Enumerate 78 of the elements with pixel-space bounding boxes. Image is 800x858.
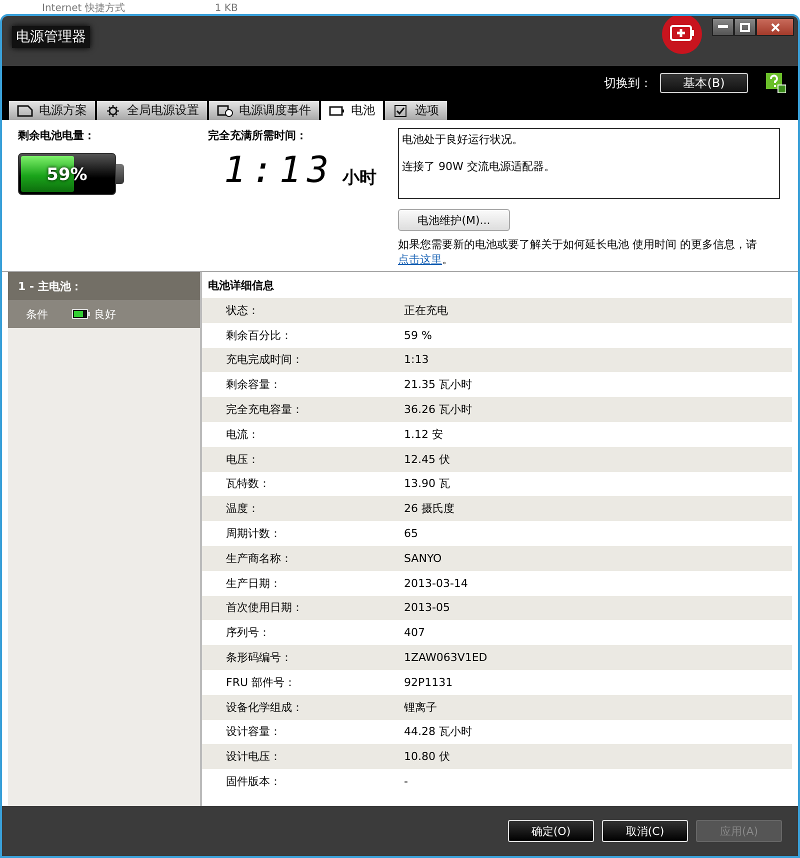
detail-value: 36.26 瓦小时 bbox=[403, 402, 472, 418]
detail-value: 13.90 瓦 bbox=[403, 476, 450, 492]
minimize-button[interactable] bbox=[712, 18, 734, 36]
battery-maintenance-button[interactable]: 电池维护(M)... bbox=[398, 209, 510, 231]
battery-list-header: 1 - 主电池： bbox=[8, 272, 200, 300]
tab[interactable]: 选项 bbox=[385, 101, 447, 120]
battery-icon bbox=[329, 104, 345, 116]
detail-value: 正在充电 bbox=[403, 302, 448, 318]
detail-value: 21.35 瓦小时 bbox=[403, 377, 472, 392]
maximize-button[interactable] bbox=[734, 18, 756, 36]
detail-value: 锂离子 bbox=[403, 700, 437, 715]
tab[interactable]: 电源方案 bbox=[9, 101, 95, 120]
basic-mode-button[interactable]: 基本(B) bbox=[660, 73, 748, 93]
detail-label: 序列号： bbox=[225, 625, 271, 640]
detail-value: 1.12 安 bbox=[403, 426, 443, 442]
detail-value: 2013-03-14 bbox=[403, 576, 468, 590]
file-name: Internet 快捷方式 bbox=[42, 4, 125, 14]
detail-value: 407 bbox=[403, 626, 425, 640]
detail-label: 电流： bbox=[225, 426, 260, 442]
detail-label: 设备化学组成： bbox=[225, 700, 304, 715]
detail-value: SANYO bbox=[403, 552, 442, 565]
close-icon bbox=[770, 22, 780, 32]
detail-value: 1ZAW063V1ED bbox=[403, 651, 488, 664]
page-icon bbox=[17, 104, 33, 116]
detail-label: FRU 部件号： bbox=[225, 674, 297, 690]
detail-label: 瓦特数： bbox=[225, 476, 271, 492]
window-title: 电源管理器 bbox=[12, 26, 90, 48]
detail-value: - bbox=[403, 775, 408, 788]
click-here-link[interactable]: 点击这里 bbox=[398, 253, 442, 266]
battery-icon bbox=[72, 309, 90, 319]
tab[interactable]: 电池 bbox=[321, 101, 383, 120]
detail-value: 92P1131 bbox=[403, 676, 453, 689]
detail-value: 65 bbox=[403, 527, 418, 540]
battery-list-item[interactable]: 条件 良好 bbox=[8, 300, 200, 328]
status-line: 电池处于良好运行状况。 bbox=[402, 132, 524, 147]
tab[interactable]: 电源调度事件 bbox=[209, 101, 319, 120]
detail-label: 剩余容量： bbox=[225, 377, 282, 392]
detail-label: 设计容量： bbox=[225, 724, 282, 740]
details-title: 电池详细信息 bbox=[207, 278, 275, 294]
close-button[interactable] bbox=[756, 18, 794, 36]
maximize-icon bbox=[740, 22, 750, 32]
checkbox-icon bbox=[393, 104, 409, 116]
detail-value: 2013-05 bbox=[403, 601, 450, 614]
detail-label: 设计电压： bbox=[225, 749, 282, 764]
detail-label: 状态： bbox=[225, 302, 260, 318]
info-text: 如果您需要新的电池或要了解关于如何延长电池 使用时间 的更多信息，请 点击这里。 bbox=[398, 237, 758, 267]
detail-label: 生产商名称： bbox=[225, 550, 293, 566]
minimize-icon bbox=[718, 25, 728, 29]
detail-label: 剩余百分比： bbox=[225, 328, 293, 343]
remaining-charge-label: 剩余电池电量： bbox=[18, 128, 96, 143]
gear-icon bbox=[105, 104, 121, 116]
detail-label: 生产日期： bbox=[225, 576, 282, 591]
detail-label: 完全充电容量： bbox=[225, 402, 304, 418]
detail-label: 温度： bbox=[225, 501, 260, 516]
detail-value: 1:13 bbox=[403, 353, 429, 366]
status-line: 连接了 90W 交流电源适配器。 bbox=[402, 159, 556, 174]
detail-label: 电压： bbox=[225, 452, 260, 467]
detail-label: 周期计数： bbox=[225, 526, 282, 542]
detail-label: 首次使用日期： bbox=[225, 600, 304, 616]
detail-label: 充电完成时间： bbox=[225, 352, 304, 368]
dialog-button[interactable]: 确定(O) bbox=[508, 820, 594, 842]
detail-value: 26 摄氏度 bbox=[403, 501, 454, 516]
battery-terminal bbox=[116, 164, 124, 184]
detail-value: 44.28 瓦小时 bbox=[403, 724, 472, 740]
help-icon[interactable] bbox=[766, 73, 786, 93]
tab[interactable]: 全局电源设置 bbox=[97, 101, 207, 120]
charge-time-label: 完全充满所需时间： bbox=[208, 128, 308, 143]
detail-label: 条形码编号： bbox=[225, 650, 293, 666]
charge-time-value: 1:13 bbox=[224, 153, 335, 189]
dialog-button[interactable]: 取消(C) bbox=[602, 820, 688, 842]
detail-value: 10.80 伏 bbox=[403, 749, 450, 764]
detail-value: 12.45 伏 bbox=[403, 452, 450, 467]
detail-value: 59 % bbox=[403, 328, 432, 342]
switch-label: 切换到： bbox=[604, 74, 652, 92]
file-size: 1 KB bbox=[214, 4, 238, 14]
detail-label: 固件版本： bbox=[225, 774, 282, 790]
clock-icon bbox=[217, 104, 233, 116]
charge-time-unit: 小时 bbox=[342, 167, 377, 189]
